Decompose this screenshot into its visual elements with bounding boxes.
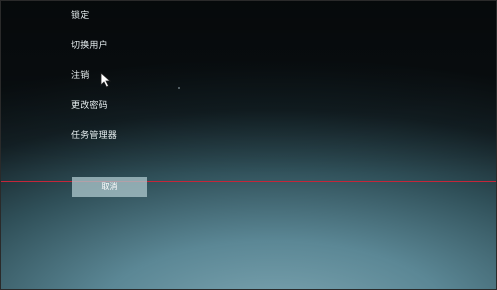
secure-options-screen: 锁定 切换用户 注销 更改密码 任务管理器 取消 xyxy=(0,0,497,290)
cancel-button[interactable]: 取消 xyxy=(72,177,147,197)
menu-item-switch-user[interactable]: 切换用户 xyxy=(71,40,108,52)
mouse-pointer-icon xyxy=(100,72,112,88)
menu-item-sign-out[interactable]: 注销 xyxy=(71,70,89,82)
cancel-button-label: 取消 xyxy=(101,182,118,191)
screen-speck xyxy=(178,87,180,89)
menu-item-change-password[interactable]: 更改密码 xyxy=(71,100,108,112)
menu-item-task-manager[interactable]: 任务管理器 xyxy=(71,130,117,142)
menu-item-lock[interactable]: 锁定 xyxy=(71,10,89,22)
